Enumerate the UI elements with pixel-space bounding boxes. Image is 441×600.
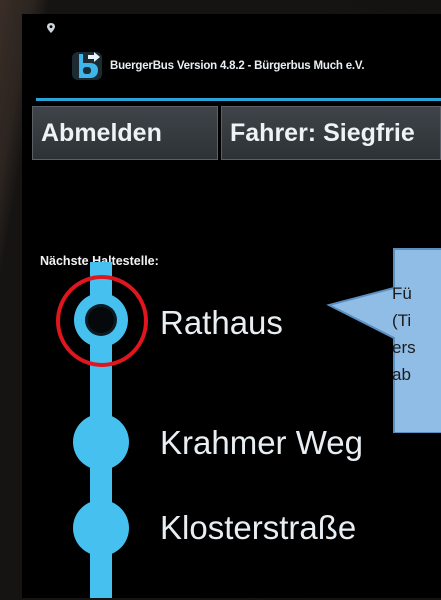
callout-line: ab bbox=[392, 365, 411, 384]
callout-line: Fü bbox=[392, 284, 412, 303]
stop-name-current[interactable]: Rathaus bbox=[160, 304, 283, 342]
stop-name[interactable]: Klosterstraße bbox=[160, 509, 356, 547]
stop-marker-current bbox=[74, 293, 128, 347]
callout-line: ers bbox=[392, 338, 416, 357]
callout-text: Fü (Ti ers ab bbox=[392, 280, 441, 388]
stop-marker bbox=[73, 414, 129, 470]
callout-line: (Ti bbox=[392, 311, 412, 330]
stop-marker bbox=[73, 500, 129, 556]
